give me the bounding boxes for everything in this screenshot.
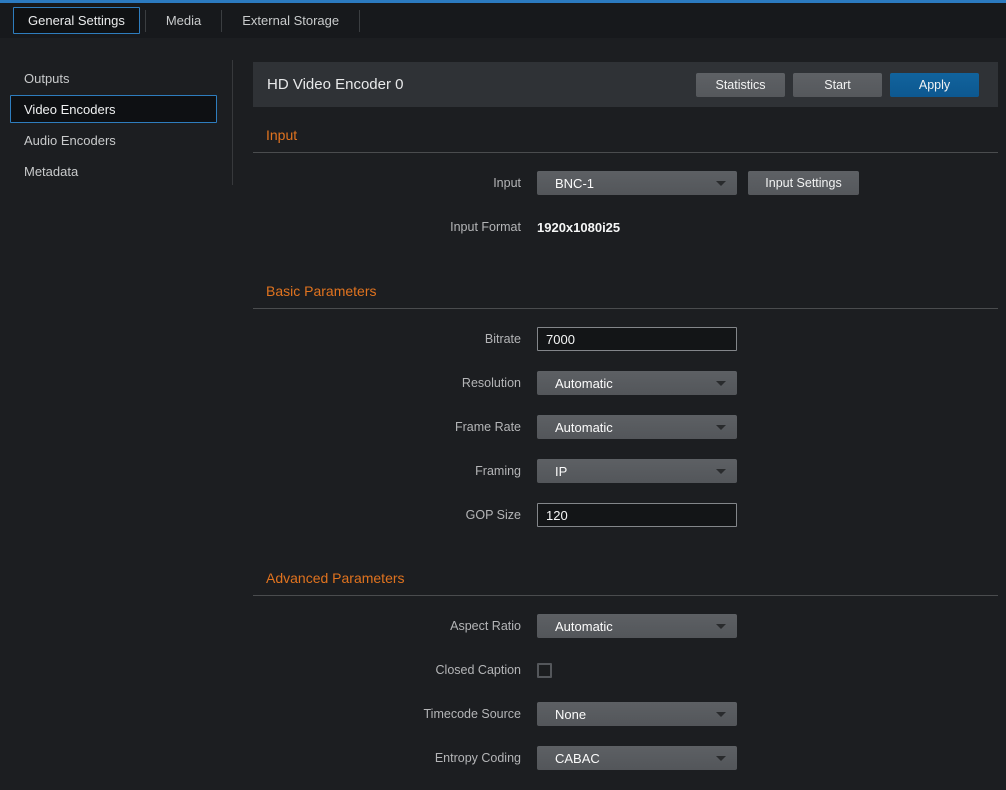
timecode-source-dropdown-value: None [537,707,586,722]
sidebar-item-video-encoders[interactable]: Video Encoders [10,95,217,123]
section-title-basic-parameters: Basic Parameters [266,283,998,299]
bitrate-row: Bitrate [253,327,998,351]
frame-rate-dropdown-value: Automatic [537,420,613,435]
input-settings-button[interactable]: Input Settings [748,171,859,195]
tab-divider [359,10,360,32]
top-tabbar: General Settings Media External Storage [0,3,1006,38]
aspect-ratio-label: Aspect Ratio [253,619,537,633]
tab-divider [145,10,146,32]
gop-size-label: GOP Size [253,508,537,522]
input-format-value: 1920x1080i25 [537,220,620,235]
chevron-down-icon [716,425,726,430]
framing-row: Framing IP [253,459,998,483]
resolution-dropdown[interactable]: Automatic [537,371,737,395]
framing-label: Framing [253,464,537,478]
encoder-header-bar: HD Video Encoder 0 Statistics Start Appl… [253,62,998,107]
section-divider [253,152,998,153]
section-divider [253,595,998,596]
input-row: Input BNC-1 Input Settings [253,171,998,195]
chevron-down-icon [716,712,726,717]
tab-divider [221,10,222,32]
chevron-down-icon [716,469,726,474]
entropy-coding-row: Entropy Coding CABAC [253,746,998,770]
input-format-row: Input Format 1920x1080i25 [253,215,998,239]
entropy-coding-dropdown[interactable]: CABAC [537,746,737,770]
chevron-down-icon [716,381,726,386]
chevron-down-icon [716,756,726,761]
gop-size-input[interactable] [537,503,737,527]
resolution-dropdown-value: Automatic [537,376,613,391]
section-title-advanced-parameters: Advanced Parameters [266,570,998,586]
section-divider [253,308,998,309]
bitrate-input[interactable] [537,327,737,351]
closed-caption-checkbox[interactable] [537,663,552,678]
page-title: HD Video Encoder 0 [267,76,688,93]
bitrate-label: Bitrate [253,332,537,346]
tab-media[interactable]: Media [151,7,216,34]
statistics-button[interactable]: Statistics [696,73,785,97]
entropy-coding-label: Entropy Coding [253,751,537,765]
aspect-ratio-dropdown[interactable]: Automatic [537,614,737,638]
main-area: Outputs Video Encoders Audio Encoders Me… [0,38,1006,790]
sidebar-item-metadata[interactable]: Metadata [10,157,217,185]
section-title-input: Input [266,127,998,143]
timecode-source-row: Timecode Source None [253,702,998,726]
input-format-label: Input Format [253,220,537,234]
resolution-row: Resolution Automatic [253,371,998,395]
input-source-dropdown-value: BNC-1 [537,176,594,191]
frame-rate-dropdown[interactable]: Automatic [537,415,737,439]
chevron-down-icon [716,181,726,186]
timecode-source-label: Timecode Source [253,707,537,721]
sidebar-item-outputs[interactable]: Outputs [10,64,217,92]
input-source-dropdown[interactable]: BNC-1 [537,171,737,195]
timecode-source-dropdown[interactable]: None [537,702,737,726]
frame-rate-label: Frame Rate [253,420,537,434]
tab-external-storage[interactable]: External Storage [227,7,354,34]
gop-size-row: GOP Size [253,503,998,527]
sidebar-divider [232,60,233,185]
entropy-coding-dropdown-value: CABAC [537,751,600,766]
content-panel: HD Video Encoder 0 Statistics Start Appl… [253,38,998,770]
closed-caption-row: Closed Caption [253,658,998,682]
chevron-down-icon [716,624,726,629]
sidebar-item-audio-encoders[interactable]: Audio Encoders [10,126,217,154]
closed-caption-label: Closed Caption [253,663,537,677]
frame-rate-row: Frame Rate Automatic [253,415,998,439]
framing-dropdown[interactable]: IP [537,459,737,483]
aspect-ratio-dropdown-value: Automatic [537,619,613,634]
sidebar-nav: Outputs Video Encoders Audio Encoders Me… [0,38,232,188]
input-label: Input [253,176,537,190]
tab-general-settings[interactable]: General Settings [13,7,140,34]
resolution-label: Resolution [253,376,537,390]
framing-dropdown-value: IP [537,464,567,479]
start-button[interactable]: Start [793,73,882,97]
apply-button[interactable]: Apply [890,73,979,97]
aspect-ratio-row: Aspect Ratio Automatic [253,614,998,638]
